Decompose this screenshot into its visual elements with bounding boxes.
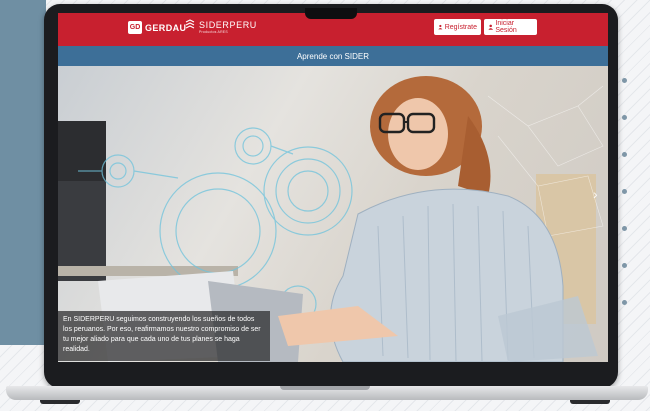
side-panel: [0, 0, 46, 345]
siderperu-name: SIDERPERU: [199, 20, 257, 30]
hero-banner: › En SIDERPERU seguimos construyendo los…: [58, 66, 608, 362]
laptop-bottom-bezel: [50, 364, 612, 384]
register-label: Regístrate: [444, 23, 477, 31]
dot: [622, 152, 627, 157]
user-icon: [438, 24, 443, 30]
user-icon: [488, 24, 494, 30]
section-bar: Aprende con SIDER: [58, 46, 608, 66]
decorative-dots: [622, 78, 630, 318]
dot: [622, 263, 627, 268]
chevron-right-icon[interactable]: ›: [593, 186, 598, 202]
dot: [622, 189, 627, 194]
gerdau-name: GERDAU: [145, 22, 187, 33]
register-button[interactable]: Regístrate: [434, 19, 481, 35]
camera-notch: [305, 8, 357, 19]
laptop-base-groove: [280, 386, 370, 390]
dot: [622, 78, 627, 83]
gerdau-brand[interactable]: GD GERDAU: [128, 21, 186, 34]
gerdau-logo-icon: GD: [128, 21, 142, 34]
login-button[interactable]: Iniciar Sesión: [484, 19, 537, 35]
siderperu-logo-icon: [185, 19, 195, 29]
laptop-foot: [570, 400, 610, 404]
dot: [622, 300, 627, 305]
siderperu-brand[interactable]: SIDERPERU Productos ARES: [184, 19, 257, 34]
dot: [622, 115, 627, 120]
hero-caption: En SIDERPERU seguimos construyendo los s…: [58, 311, 270, 361]
siderperu-tagline: Productos ARES: [199, 30, 228, 34]
laptop-screen: GD GERDAU SIDERPERU Productos ARES Regís…: [58, 13, 608, 362]
section-title: Aprende con SIDER: [296, 51, 370, 61]
dot: [622, 226, 627, 231]
login-label: Iniciar Sesión: [495, 20, 517, 34]
laptop-foot: [40, 400, 80, 404]
